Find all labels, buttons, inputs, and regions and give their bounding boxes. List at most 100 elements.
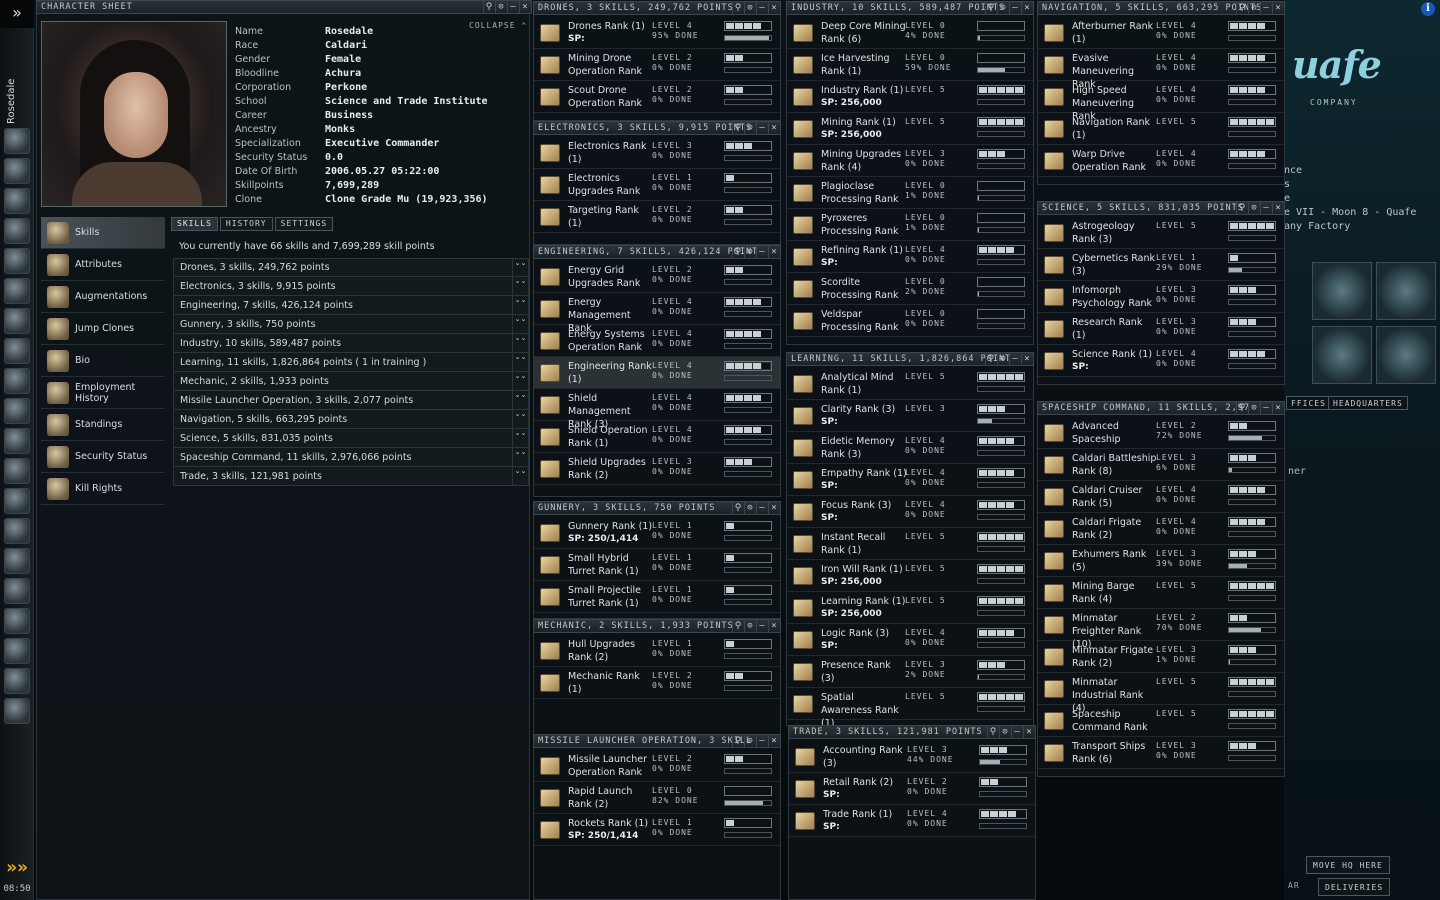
skill-row[interactable]: Engineering Rank (1) LEVEL 4 0% DONE <box>534 357 780 389</box>
info-icon[interactable] <box>4 608 30 634</box>
skill-window-header[interactable]: INDUSTRY, 10 SKILLS, 589,487 POINTS ⚲ ⊙ – × <box>786 1 1034 15</box>
skill-row[interactable]: Minmatar Frigate Rank (2) LEVEL 3 1% DONE <box>1038 641 1284 673</box>
options-icon[interactable]: ⊙ <box>744 246 756 258</box>
science-icon[interactable] <box>4 428 30 454</box>
skill-window-header[interactable]: NAVIGATION, 5 SKILLS, 663,295 POINTS ⚲ ⊙ – × <box>1037 1 1285 15</box>
options-icon[interactable]: ⊙ <box>1248 402 1260 414</box>
notepad-icon[interactable] <box>4 218 30 244</box>
items-icon[interactable] <box>4 698 30 724</box>
minimize-icon[interactable]: – <box>756 620 768 632</box>
skill-row[interactable]: Navigation Rank (1) LEVEL 5 <box>1038 113 1284 145</box>
nav-item-augmentations[interactable]: Augmentations <box>41 281 165 313</box>
music-icon[interactable] <box>4 578 30 604</box>
close-icon[interactable]: × <box>768 735 780 747</box>
chevron-down-icon[interactable]: ⌄⌄ <box>512 467 528 485</box>
close-icon[interactable]: × <box>1021 353 1033 365</box>
skill-group-row[interactable]: Science, 5 skills, 831,035 points ⌄⌄ <box>173 429 529 448</box>
minimize-icon[interactable]: – <box>756 502 768 514</box>
skill-window-header[interactable]: DRONES, 3 SKILLS, 249,762 POINTS ⚲ ⊙ – × <box>533 1 781 15</box>
skill-row[interactable]: Presence Rank (3) LEVEL 3 2% DONE <box>787 656 1033 688</box>
skill-row[interactable]: Rapid Launch Rank (2) LEVEL 0 82% DONE <box>534 782 780 814</box>
skill-row[interactable]: Trade Rank (1) SP: LEVEL 4 0% DONE <box>789 805 1035 837</box>
chevron-down-icon[interactable]: ⌄⌄ <box>512 353 528 371</box>
skill-row[interactable]: Research Rank (1) LEVEL 3 0% DONE <box>1038 313 1284 345</box>
tab-history[interactable]: HISTORY <box>219 217 273 231</box>
skill-row[interactable]: Shield Upgrades Rank (2) LEVEL 3 0% DONE <box>534 453 780 485</box>
minimize-icon[interactable]: – <box>756 735 768 747</box>
skill-row[interactable]: Spaceship Command Rank LEVEL 5 <box>1038 705 1284 737</box>
skill-row[interactable]: Instant Recall Rank (1) LEVEL 5 <box>787 528 1033 560</box>
skill-row[interactable]: Rockets Rank (1) SP: 250/1,414 LEVEL 1 0% D… <box>534 814 780 846</box>
pin-icon[interactable]: ⚲ <box>987 726 999 738</box>
minimize-icon[interactable]: – <box>1009 353 1021 365</box>
skill-row[interactable]: Industry Rank (1) SP: 256,000 LEVEL 5 <box>787 81 1033 113</box>
options-icon[interactable]: ⊙ <box>1248 202 1260 214</box>
skill-window-header[interactable]: TRADE, 3 SKILLS, 121,981 POINTS ⚲ ⊙ – × <box>788 725 1036 739</box>
skill-row[interactable]: Analytical Mind Rank (1) LEVEL 5 <box>787 368 1033 400</box>
tab-skills[interactable]: SKILLS <box>171 217 218 231</box>
skill-row[interactable]: Plagioclase Processing Rank LEVEL 0 1% DON… <box>787 177 1033 209</box>
options-icon[interactable]: ⊙ <box>997 2 1009 14</box>
pin-icon[interactable]: ⚲ <box>1236 2 1248 14</box>
nav-item-jump-clones[interactable]: Jump Clones <box>41 313 165 345</box>
skill-group-row[interactable]: Trade, 3 skills, 121,981 points ⌄⌄ <box>173 467 529 486</box>
options-icon[interactable]: ⊙ <box>744 620 756 632</box>
nav-item-employment-history[interactable]: Employment History <box>41 377 165 409</box>
minimize-icon[interactable]: – <box>1260 402 1272 414</box>
close-icon[interactable]: × <box>1272 202 1284 214</box>
skill-row[interactable]: Gunnery Rank (1) SP: 250/1,414 LEVEL 1 0% D… <box>534 517 780 549</box>
skill-row[interactable]: Shield Management Rank (3) LEVEL 4 0% DONE <box>534 389 780 430</box>
skills-icon[interactable] <box>4 158 30 184</box>
start-menu-chevron-icon[interactable]: »» <box>4 858 30 878</box>
minimize-icon[interactable]: – <box>756 2 768 14</box>
tab-settings[interactable]: SETTINGS <box>274 217 334 231</box>
skill-row[interactable]: Electronics Upgrades Rank LEVEL 1 0% DONE <box>534 169 780 201</box>
skill-row[interactable]: Missile Launcher Operation Rank LEVEL 2 0%… <box>534 750 780 782</box>
options-icon[interactable]: ⊙ <box>744 2 756 14</box>
skill-row[interactable]: Hull Upgrades Rank (2) LEVEL 1 0% DONE <box>534 635 780 667</box>
pin-icon[interactable]: ⚲ <box>985 353 997 365</box>
close-icon[interactable]: × <box>768 122 780 134</box>
skill-row[interactable]: Astrogeology Rank (3) LEVEL 5 <box>1038 217 1284 249</box>
skill-row[interactable]: Caldari Battleship Rank (8) LEVEL 3 6% DON… <box>1038 449 1284 481</box>
mail-icon[interactable] <box>4 188 30 214</box>
pin-icon[interactable]: ⚲ <box>1236 402 1248 414</box>
options-icon[interactable]: ⊙ <box>1248 2 1260 14</box>
nav-item-attributes[interactable]: Attributes <box>41 249 165 281</box>
skill-row[interactable]: Refining Rank (1) SP: LEVEL 4 0% DONE <box>787 241 1033 273</box>
chevron-down-icon[interactable]: ⌄⌄ <box>512 334 528 352</box>
expand-neocom-button[interactable]: » <box>0 0 34 28</box>
pin-icon[interactable]: ⚲ <box>732 620 744 632</box>
skill-row[interactable]: Energy Management Rank LEVEL 4 0% DONE <box>534 293 780 334</box>
pin-icon[interactable]: ⚲ <box>483 1 495 13</box>
skill-row[interactable]: Mining Drone Operation Rank LEVEL 2 0% DON… <box>534 49 780 81</box>
close-icon[interactable]: × <box>1021 2 1033 14</box>
skill-window-header[interactable]: GUNNERY, 3 SKILLS, 750 POINTS ⚲ ⊙ – × <box>533 501 781 515</box>
options-icon[interactable]: ⊙ <box>999 726 1011 738</box>
skill-row[interactable]: Scout Drone Operation Rank LEVEL 2 0% DONE <box>534 81 780 113</box>
chevron-down-icon[interactable]: ⌄⌄ <box>512 429 528 447</box>
skill-row[interactable]: Empathy Rank (1) SP: LEVEL 4 0% DONE <box>787 464 1033 496</box>
corporation-icon[interactable] <box>4 398 30 424</box>
close-icon[interactable]: × <box>519 1 531 13</box>
skill-row[interactable]: Accounting Rank (3) LEVEL 3 44% DONE <box>789 741 1035 773</box>
skill-row[interactable]: Afterburner Rank (1) LEVEL 4 0% DONE <box>1038 17 1284 49</box>
skill-group-row[interactable]: Engineering, 7 skills, 426,124 points ⌄⌄ <box>173 296 529 315</box>
skill-row[interactable]: Electronics Rank (1) LEVEL 3 0% DONE <box>534 137 780 169</box>
nav-item-bio[interactable]: Bio <box>41 345 165 377</box>
station-service-tile[interactable] <box>1376 262 1436 320</box>
skill-group-row[interactable]: Industry, 10 skills, 589,487 points ⌄⌄ <box>173 334 529 353</box>
move-hq-button[interactable]: MOVE HQ HERE <box>1306 856 1390 874</box>
chevron-down-icon[interactable]: ⌄⌄ <box>512 410 528 428</box>
skill-window-header[interactable]: SPACESHIP COMMAND, 11 SKILLS, 2,97 ⚲ ⊙ – × <box>1037 401 1285 415</box>
skill-row[interactable]: Energy Grid Upgrades Rank LEVEL 2 0% DONE <box>534 261 780 293</box>
portrait-icon[interactable] <box>4 638 30 664</box>
pin-icon[interactable]: ⚲ <box>732 502 744 514</box>
skill-row[interactable]: Focus Rank (3) SP: LEVEL 4 0% DONE <box>787 496 1033 528</box>
people-icon[interactable] <box>4 518 30 544</box>
character-portrait[interactable] <box>41 21 227 207</box>
skill-row[interactable]: Eidetic Memory Rank (3) LEVEL 4 0% DONE <box>787 432 1033 464</box>
pin-icon[interactable]: ⚲ <box>732 246 744 258</box>
pin-icon[interactable]: ⚲ <box>1236 202 1248 214</box>
skill-row[interactable]: Pyroxeres Processing Rank LEVEL 0 1% DONE <box>787 209 1033 241</box>
